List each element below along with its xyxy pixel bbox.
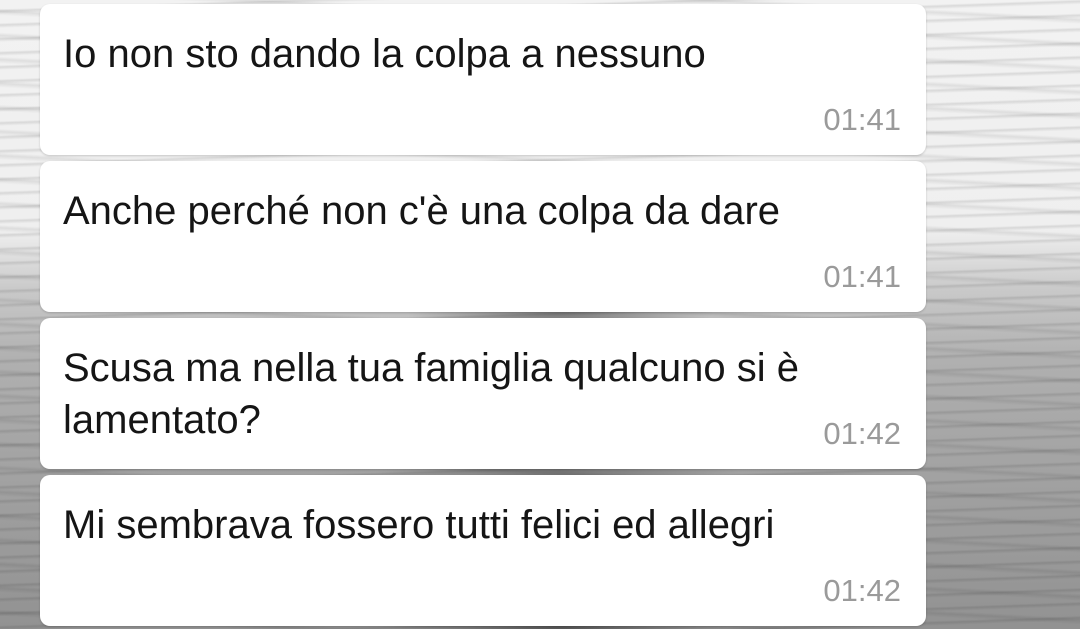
message-list: Io non sto dando la colpa a nessuno 01:4… xyxy=(40,4,926,632)
message-timestamp: 01:42 xyxy=(823,573,901,608)
message-bubble[interactable]: Scusa ma nella tua famiglia qualcuno si … xyxy=(40,318,926,469)
message-timestamp: 01:41 xyxy=(823,259,901,294)
message-timestamp: 01:42 xyxy=(823,416,901,451)
message-text: Scusa ma nella tua famiglia qualcuno si … xyxy=(63,346,799,442)
message-timestamp: 01:41 xyxy=(823,102,901,137)
message-text: Mi sembrava fossero tutti felici ed alle… xyxy=(63,503,775,547)
message-bubble[interactable]: Io non sto dando la colpa a nessuno 01:4… xyxy=(40,4,926,155)
message-text: Io non sto dando la colpa a nessuno xyxy=(63,32,706,76)
message-text: Anche perché non c'è una colpa da dare xyxy=(63,189,781,233)
message-bubble[interactable]: Mi sembrava fossero tutti felici ed alle… xyxy=(40,475,926,626)
message-bubble[interactable]: Anche perché non c'è una colpa da dare 0… xyxy=(40,161,926,312)
